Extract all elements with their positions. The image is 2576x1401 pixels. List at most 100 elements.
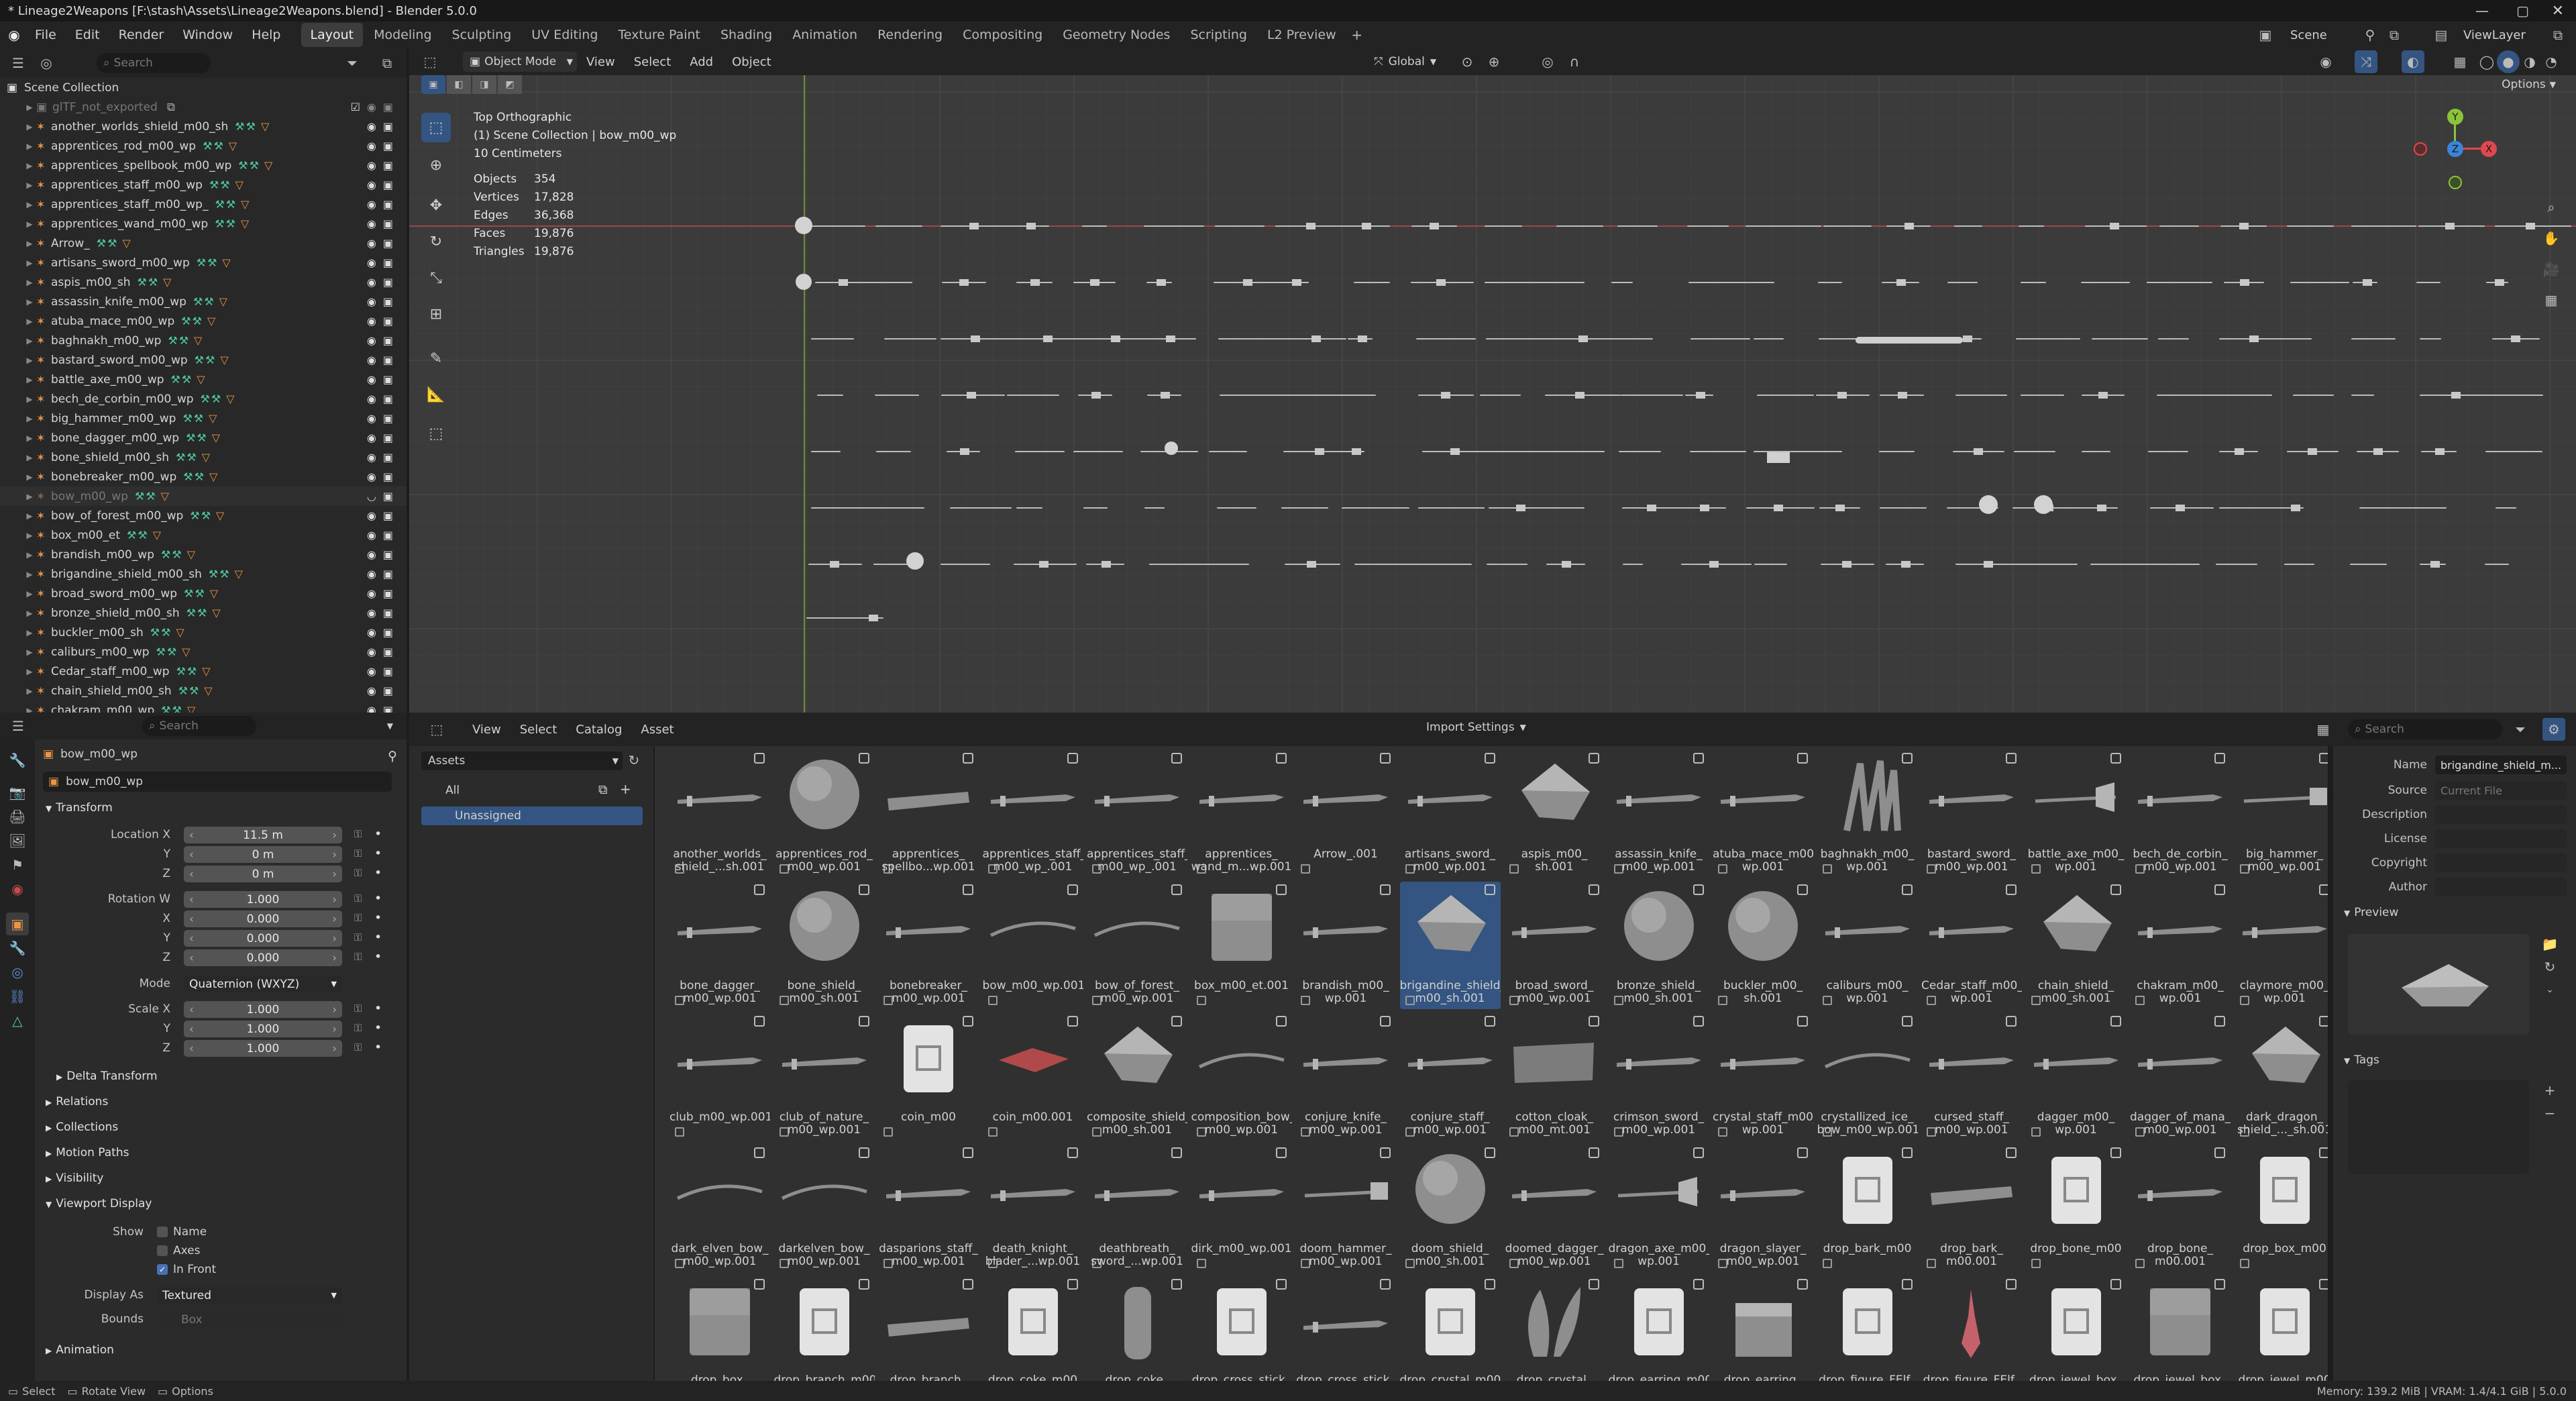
camera-icon[interactable]: ▣ bbox=[383, 354, 393, 366]
weapon-mesh[interactable] bbox=[875, 225, 922, 227]
menu-render[interactable]: Render bbox=[109, 21, 174, 48]
outliner-row[interactable]: ▶ ✶ apprentices_staff_m00_wp_ ⚒⚒ ▽ ◉ ▣ bbox=[0, 195, 407, 214]
lock-icon[interactable]: ⚿ bbox=[354, 892, 362, 904]
camera-icon[interactable]: ▣ bbox=[383, 237, 393, 250]
asset-checkbox-icon[interactable] bbox=[2318, 1279, 2328, 1290]
outliner-row[interactable]: ▶ ✶ apprentices_staff_m00_wp ⚒⚒ ▽ ◉ ▣ bbox=[0, 175, 407, 195]
weapon-mesh[interactable] bbox=[2021, 282, 2047, 283]
asset-item[interactable]: apprentices_ wand_m...wp.001 bbox=[1191, 750, 1292, 878]
asset-checkbox-icon[interactable] bbox=[1171, 753, 1182, 764]
asset-checkbox-icon[interactable] bbox=[1797, 1147, 1808, 1158]
display-mode-icon[interactable]: ▦ bbox=[2312, 718, 2334, 741]
weapon-mesh[interactable] bbox=[940, 564, 991, 565]
camera-icon[interactable]: ▣ bbox=[383, 684, 393, 697]
property-section-4[interactable]: ▶ Visibility bbox=[46, 1172, 103, 1185]
asset-checkbox-icon[interactable] bbox=[963, 753, 973, 764]
weapon-mesh[interactable] bbox=[2351, 338, 2396, 340]
weapon-mesh[interactable] bbox=[2350, 564, 2387, 565]
outliner-row[interactable]: ▶ ✶ baghnakh_m00_wp ⚒⚒ ▽ ◉ ▣ bbox=[0, 331, 407, 350]
asset-item[interactable]: crystallized_ice_ bow_m00_wp.001 bbox=[1817, 1013, 1918, 1141]
neg-x-axis-gizmo-icon[interactable] bbox=[2414, 142, 2427, 156]
asset-checkbox-icon[interactable] bbox=[1797, 884, 1808, 895]
camera-icon[interactable]: ▣ bbox=[383, 198, 393, 211]
mode-dropdown[interactable]: ▣ Object Mode ▼ bbox=[463, 52, 577, 72]
asset-item[interactable]: apprentices_staff_ m00_wp_.001 bbox=[1087, 750, 1187, 878]
weapon-mesh[interactable] bbox=[2081, 451, 2111, 452]
shield-mesh[interactable] bbox=[1165, 442, 1178, 455]
asset-item[interactable]: drop_box_ bbox=[669, 1276, 770, 1381]
options-button[interactable]: Options ▼ bbox=[2502, 78, 2556, 91]
asset-item[interactable]: bronze_shield_ m00_sh.001 bbox=[1609, 882, 1709, 1009]
expand-icon[interactable]: ▶ bbox=[23, 647, 36, 657]
weapon-mesh[interactable] bbox=[811, 225, 866, 227]
camera-icon[interactable]: ▣ bbox=[383, 334, 393, 347]
weapon-mesh[interactable] bbox=[2148, 451, 2188, 452]
axes-checkbox[interactable]: Axes bbox=[157, 1244, 200, 1257]
asset-item[interactable]: drop_crystal_ bbox=[1504, 1276, 1605, 1381]
camera-icon[interactable]: ▣ bbox=[383, 587, 393, 600]
asset-item[interactable]: drop_crystal_m00 bbox=[1400, 1276, 1501, 1381]
keyframe-dot-icon[interactable]: • bbox=[374, 827, 382, 841]
camera-icon[interactable]: ▣ bbox=[383, 295, 393, 308]
asset-item[interactable]: drop_bone_ m00.001 bbox=[2130, 1145, 2231, 1272]
eye-icon[interactable]: ◉ bbox=[367, 101, 376, 113]
expand-icon[interactable]: ▶ bbox=[23, 258, 36, 268]
preview-section[interactable]: ▼ Preview bbox=[2344, 906, 2398, 919]
asset-item[interactable]: chain_shield_ m00_sh.001 bbox=[2026, 882, 2127, 1009]
asset-item[interactable]: dark_elven_bow_ m00_wp.001 bbox=[669, 1145, 770, 1272]
asset-item[interactable]: caliburs_m00_ wp.001 bbox=[1817, 882, 1918, 1009]
weapon-mesh[interactable] bbox=[1073, 451, 1123, 452]
lock-icon[interactable]: ⚿ bbox=[354, 951, 362, 963]
weapon-mesh[interactable] bbox=[1411, 564, 1472, 565]
property-field[interactable]: ‹ 1.000 › bbox=[184, 891, 342, 908]
asset-checkbox-icon[interactable] bbox=[2214, 1147, 2225, 1158]
weapon-mesh[interactable] bbox=[1416, 338, 1476, 340]
asset-checkbox-icon[interactable] bbox=[1380, 884, 1391, 895]
asset-item[interactable]: cursed_staff_ m00_wp.001 bbox=[1921, 1013, 2022, 1141]
eye-icon[interactable]: ◉ bbox=[367, 587, 376, 600]
workspace-tab-texture-paint[interactable]: Texture Paint bbox=[608, 23, 710, 47]
tags-section[interactable]: ▼ Tags bbox=[2344, 1053, 2379, 1067]
expand-icon[interactable]: ▶ bbox=[23, 531, 36, 540]
expand-icon[interactable]: ▶ bbox=[23, 356, 36, 365]
asset-item[interactable]: bow_m00_wp.001 bbox=[983, 882, 1083, 1009]
weapon-mesh[interactable] bbox=[1689, 451, 1746, 452]
asset-item[interactable]: battle_axe_m00_ wp.001 bbox=[2026, 750, 2127, 878]
asset-checkbox-icon[interactable] bbox=[1693, 753, 1704, 764]
outliner-row[interactable]: ▶ ✶ bastard_sword_m00_wp ⚒⚒ ▽ ◉ ▣ bbox=[0, 350, 407, 370]
outliner-row[interactable]: ▶ ✶ apprentices_wand_m00_wp ⚒⚒ ▽ ◉ ▣ bbox=[0, 214, 407, 234]
display-mode-icon[interactable]: ◎ bbox=[35, 52, 58, 74]
properties-search[interactable]: ⌕ Search bbox=[142, 716, 256, 736]
eye-icon[interactable]: ◉ bbox=[367, 276, 376, 289]
snap-icon[interactable]: ⊕ bbox=[1483, 50, 1505, 73]
shield-mesh[interactable] bbox=[906, 552, 924, 570]
asset-checkbox-icon[interactable] bbox=[1693, 1147, 1704, 1158]
asset-checkbox-icon[interactable] bbox=[1171, 1279, 1182, 1290]
asset-checkbox-icon[interactable] bbox=[754, 1147, 765, 1158]
bounds-dropdown[interactable]: Box bbox=[157, 1311, 342, 1328]
camera-icon[interactable]: ▣ bbox=[383, 568, 393, 580]
blender-logo-icon[interactable]: ◉ bbox=[3, 23, 25, 46]
expand-icon[interactable]: ▶ bbox=[23, 550, 36, 560]
eye-icon[interactable]: ◉ bbox=[367, 607, 376, 619]
expand-icon[interactable]: ▶ bbox=[23, 161, 36, 170]
asset-checkbox-icon[interactable] bbox=[1901, 1147, 1913, 1158]
asset-checkbox-icon[interactable] bbox=[754, 884, 765, 895]
eye-icon[interactable]: ◉ bbox=[367, 626, 376, 639]
asset-checkbox-icon[interactable] bbox=[1693, 1279, 1704, 1290]
weapon-mesh[interactable] bbox=[1947, 282, 1978, 283]
outliner-row[interactable]: ▶ ✶ caliburs_m00_wp ⚒⚒ ▽ ◉ ▣ bbox=[0, 642, 407, 662]
outliner-row[interactable]: ▶ ✶ bech_de_corbin_m00_wp ⚒⚒ ▽ ◉ ▣ bbox=[0, 389, 407, 409]
checkbox-icon[interactable]: ☑ bbox=[351, 101, 360, 113]
weapon-mesh[interactable] bbox=[1611, 338, 1654, 340]
animation-section[interactable]: ▶ Animation bbox=[46, 1343, 114, 1357]
asset-menu-select[interactable]: Select bbox=[511, 713, 567, 746]
render-tab-icon[interactable]: 📷 bbox=[6, 781, 29, 804]
keyframe-dot-icon[interactable]: • bbox=[374, 1021, 382, 1035]
scene-collection-row[interactable]: ▣ Scene Collection bbox=[0, 78, 407, 97]
property-field[interactable]: ‹ 1.000 › bbox=[184, 1040, 342, 1057]
weapon-mesh[interactable] bbox=[1217, 507, 1257, 509]
copyright-field[interactable] bbox=[2435, 853, 2567, 872]
asset-checkbox-icon[interactable] bbox=[1275, 1279, 1287, 1290]
asset-item[interactable]: assassin_knife_ m00_wp.001 bbox=[1609, 750, 1709, 878]
